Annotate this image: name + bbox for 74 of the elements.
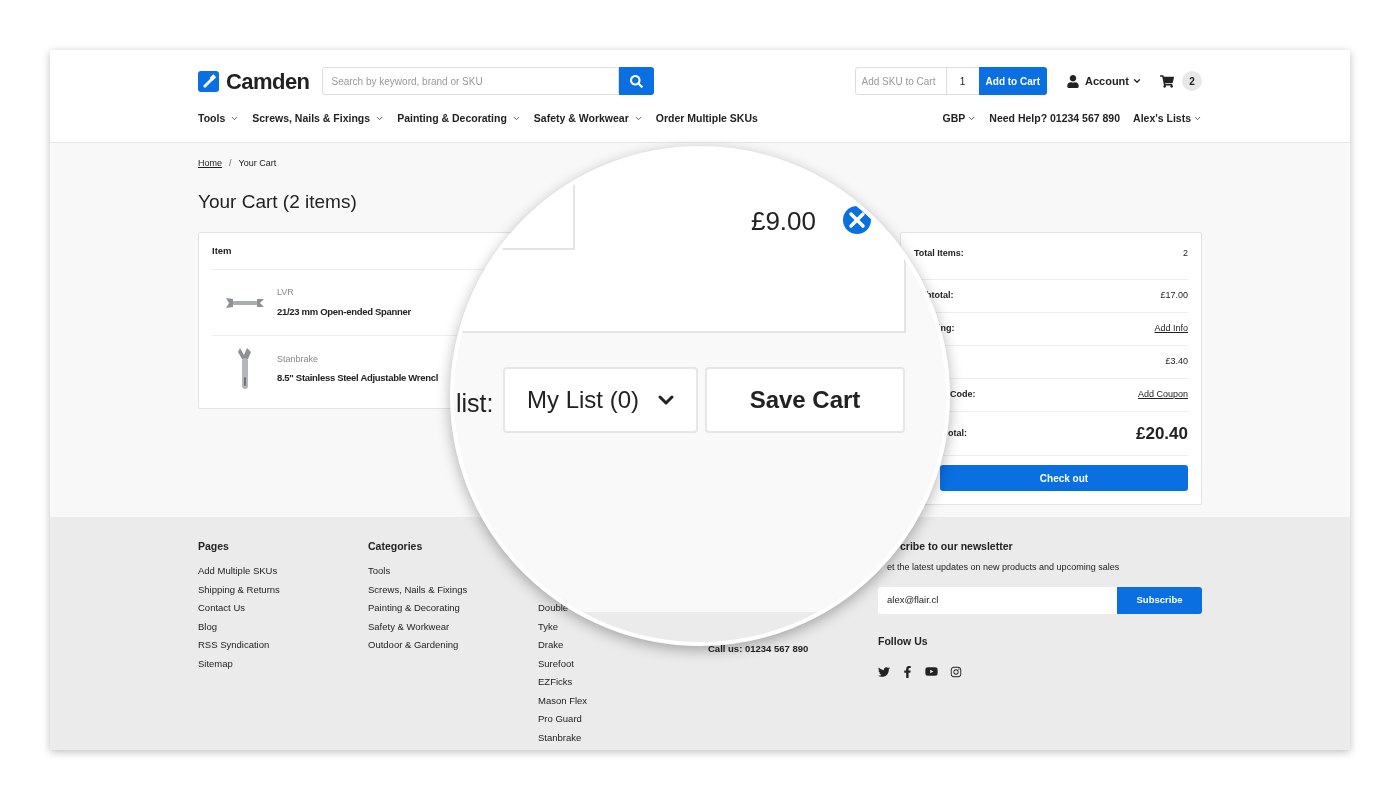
product-brand: LVR [277,286,294,300]
footer-link[interactable]: Tyke [538,620,559,632]
logo-text[interactable]: Camden [226,64,310,98]
search-field[interactable]: Search by keyword, brand or SKU [321,67,619,95]
nav-menu-item[interactable]: GBP [942,110,977,127]
product-name[interactable]: 21/23 mm Open-ended Spanner [277,304,411,319]
user-icon [1067,74,1079,88]
instagram-icon[interactable] [950,665,962,678]
footer-link[interactable]: Add Multiple SKUs [198,565,278,576]
footer-link[interactable]: Safety & Workwear [368,620,450,632]
summary-value: 2 [1183,247,1188,260]
summary-label: Code: [949,388,976,402]
summary-value: £3.40 [1165,355,1188,369]
footer-link[interactable]: Painting & Decorating [368,602,460,613]
product-brand: Stanbrake [277,352,319,366]
footer-link[interactable]: Outdoor & Gardening [368,639,459,650]
list-label: list: [456,388,494,419]
nav-menu-item[interactable]: Order Multiple SKUs [655,110,758,127]
breadcrumb-separator: / [229,157,232,170]
footer-link[interactable]: EZFicks [538,676,573,687]
footer-link[interactable]: Double [538,602,569,613]
twitter-icon[interactable] [878,665,890,678]
footer-link[interactable]: Tools [368,565,391,576]
footer-link[interactable]: Sitemap [198,657,233,669]
account-menu[interactable]: Account [1085,72,1142,90]
add-to-cart-button[interactable]: Add to Cart [978,67,1047,95]
nav-menu-item[interactable]: Alex's Lists [1133,110,1202,127]
search-button[interactable] [618,67,654,95]
footer-link[interactable]: RSS Syndication [198,639,270,650]
footer-link[interactable]: Surefoot [538,657,574,669]
subscribe-button[interactable]: Subscribe [1117,586,1202,614]
checkout-button[interactable]: Check out [940,465,1188,491]
footer-link[interactable]: Shipping & Returns [198,583,280,595]
footer-link[interactable]: Stanbrake [538,731,582,743]
nav-menu-item[interactable]: Screws, Nails & Fixings [252,110,385,127]
save-cart-button[interactable]: Save Cart [705,367,905,433]
newsletter-heading: cribe to our newsletter [899,539,1014,554]
footer-link[interactable]: Blog [198,620,217,632]
chevron-down-icon [1132,76,1142,86]
summary-label: otal: [947,426,967,440]
logo-icon [198,70,219,92]
summary-label: Total Items: [914,247,964,260]
footer-link[interactable]: Mason Flex [538,694,588,706]
sku-input-field[interactable]: Add SKU to Cart [854,67,947,95]
nav-menu-item[interactable]: Need Help? 01234 567 890 [989,110,1121,127]
nav-menu-item[interactable]: Tools [198,110,240,127]
page-title: Your Cart (2 items) [198,189,357,214]
newsletter-text: et the latest updates on new products and upcoming sales [886,561,1121,574]
footer-heading: Pages [198,539,230,554]
facebook-icon[interactable] [902,665,913,678]
email-field[interactable]: alex@flair.cl [878,586,1117,614]
breadcrumb-current: Your Cart [238,157,277,170]
summary-value: £17.00 [1160,289,1188,303]
list-select[interactable]: My List (0) [503,367,698,433]
summary-link[interactable]: Add Coupon [1137,388,1188,402]
cart-icon[interactable] [1160,74,1174,88]
quantity-field[interactable]: 1 [946,67,979,95]
search-icon [629,74,643,88]
footer-link[interactable]: Screws, Nails & Fixings [368,583,468,595]
footer-link[interactable]: Call us: 01234 567 890 [708,643,809,654]
nav-menu-item[interactable]: Safety & Workwear [533,110,643,127]
footer-heading: Categories [368,539,424,554]
footer-link[interactable]: Contact Us [198,602,245,613]
remove-icon[interactable] [842,205,872,235]
cart-count-badge: 2 [1182,71,1202,91]
product-name[interactable]: 8.5" Stainless Steel Adjustable Wrencl [277,371,438,386]
youtube-icon[interactable] [925,665,938,679]
footer-link[interactable]: Drake [538,639,564,650]
footer-link[interactable]: Pro Guard [538,713,582,724]
summary-total: £20.40 [1136,422,1188,445]
follow-heading: Follow Us [878,633,929,649]
nav-menu-item[interactable]: Painting & Decorating [397,110,521,127]
summary-link[interactable]: Add Info [1154,322,1188,336]
breadcrumb-link[interactable]: Home [198,157,222,171]
